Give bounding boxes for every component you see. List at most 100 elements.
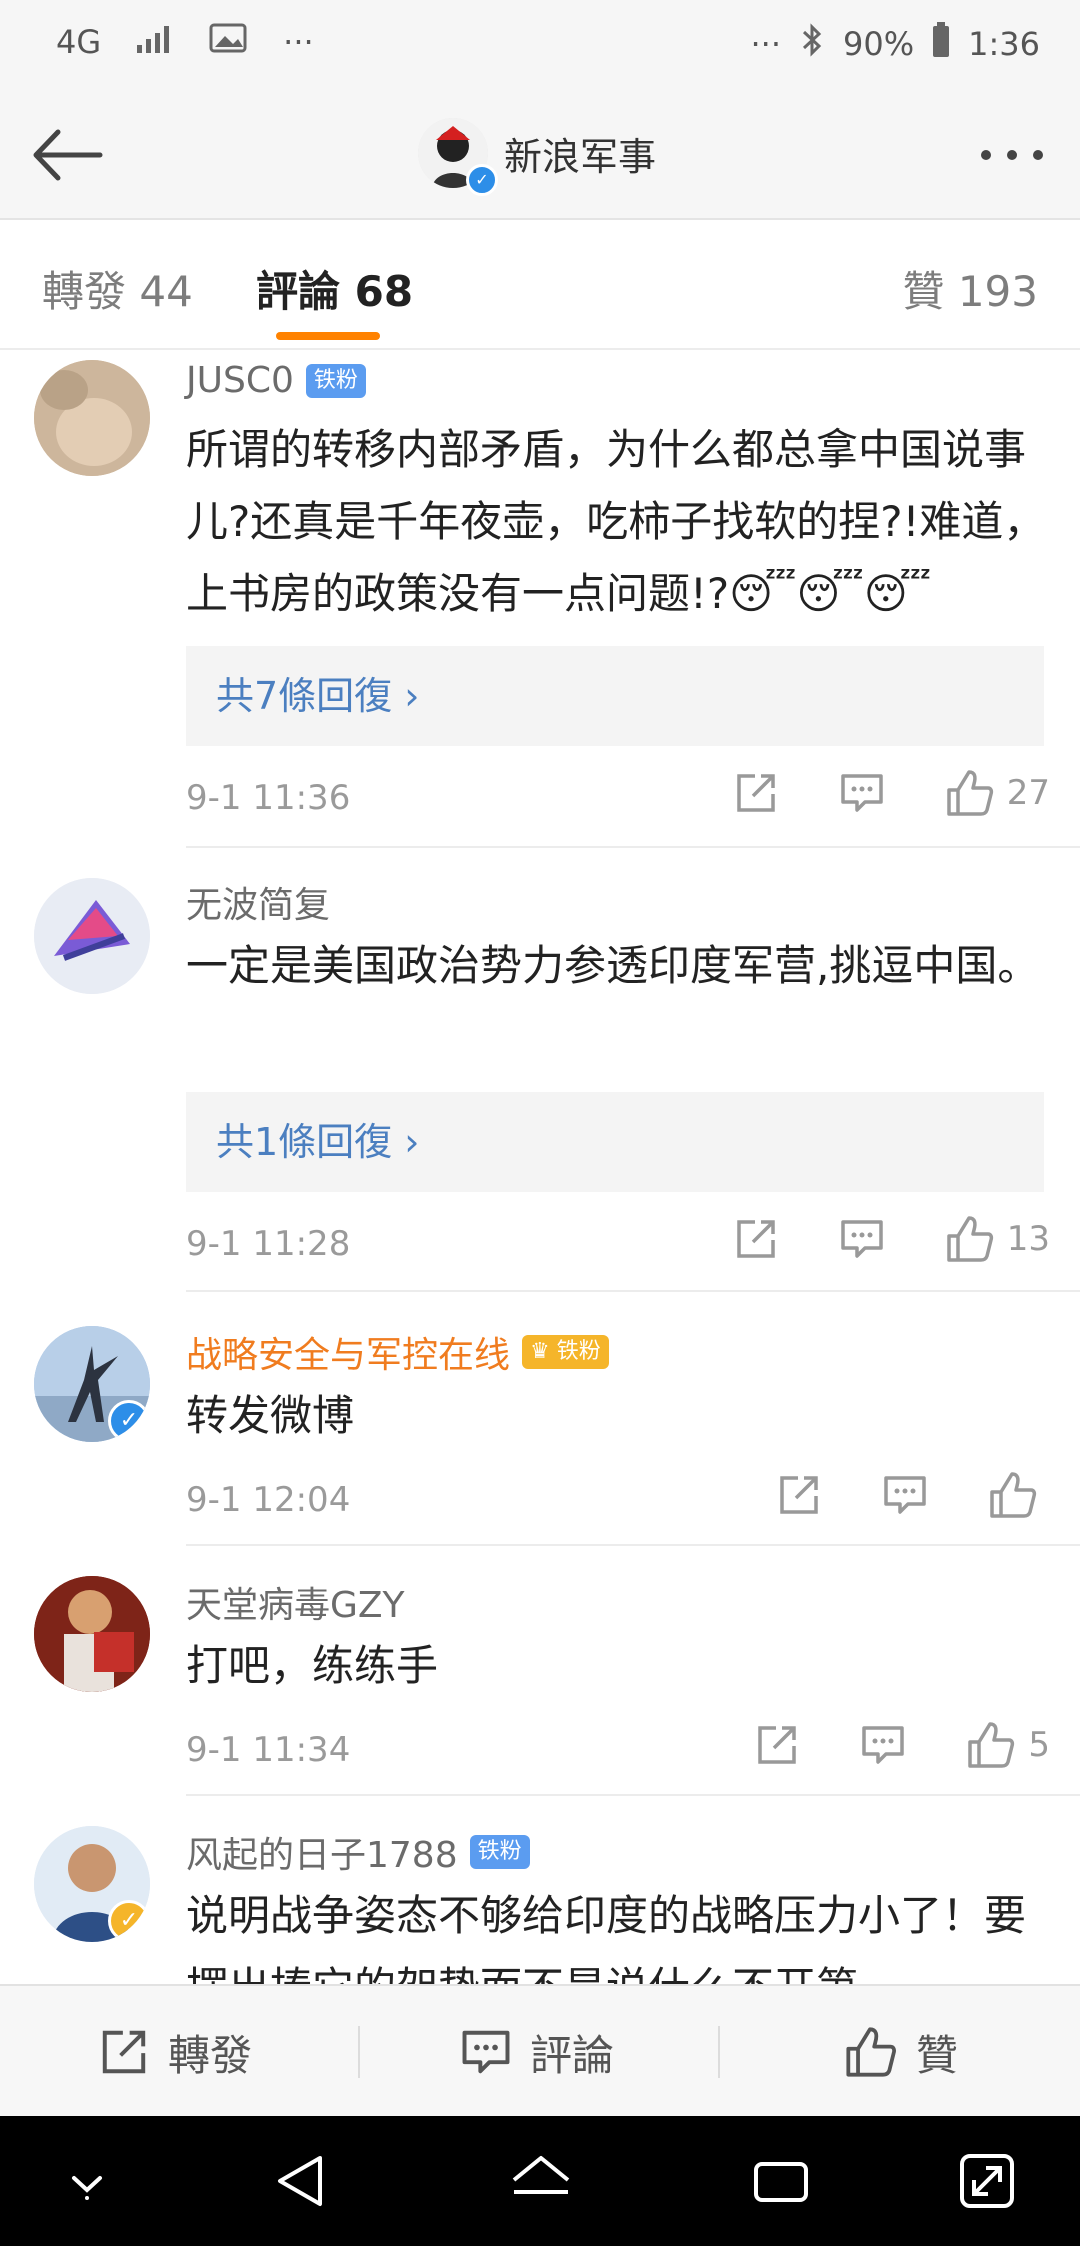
comment-text: 打吧，练练手 — [186, 1641, 439, 1690]
like-label: 贊 — [916, 2030, 959, 2080]
comment-time: 9-1 11:36 — [186, 778, 351, 818]
comment-username[interactable]: 战略安全与军控在线 ♛ 铁粉 — [186, 1326, 609, 1378]
repost-button[interactable] — [776, 1472, 822, 1518]
bluetooth-icon — [799, 22, 825, 66]
comment-time: 9-1 12:04 — [186, 1480, 351, 1520]
chevron-down-icon — [72, 2176, 102, 2200]
home-button[interactable] — [506, 2146, 576, 2216]
repost-button[interactable] — [733, 770, 779, 816]
comment-username[interactable]: JUSC0 铁粉 — [186, 360, 366, 401]
divider — [186, 846, 1080, 848]
status-bar: 4G ··· ··· 90% 1:36 — [0, 0, 1080, 90]
system-back-button[interactable] — [266, 2146, 336, 2216]
like-count: 27 — [1006, 773, 1050, 813]
comment-actions: 5 — [754, 1720, 1050, 1770]
reply-button[interactable] — [882, 1472, 928, 1518]
triangle-back-icon — [278, 2156, 322, 2206]
signal-icon — [135, 23, 175, 61]
like-count: 5 — [1028, 1725, 1050, 1765]
network-label: 4G — [56, 23, 102, 61]
more-notifications-label: ··· — [283, 23, 314, 61]
comment-username[interactable]: 无波简复 — [186, 876, 330, 928]
comment-icon — [862, 1726, 905, 1764]
like-button[interactable]: 5 — [966, 1720, 1050, 1770]
clock: 1:36 — [968, 25, 1040, 63]
username-text: 战略安全与军控在线 — [186, 1335, 511, 1376]
divider — [186, 1544, 1080, 1546]
comment-actions — [776, 1470, 1050, 1520]
active-tab-indicator — [276, 332, 380, 340]
repost-button[interactable] — [733, 1216, 779, 1262]
view-replies-button[interactable]: 共7條回復 › — [186, 646, 1044, 746]
verified-icon: ✓ — [108, 1900, 150, 1942]
reply-button[interactable] — [860, 1722, 906, 1768]
thumbs-up-icon — [946, 1216, 993, 1262]
recents-icon — [754, 2162, 808, 2202]
comment-text: 说明战争姿态不够给印度的战略压力小了！要摆出揍它的架势而不是说什么不开第 — [186, 1891, 1027, 1984]
comment-username[interactable]: 风起的日子1788 铁粉 — [186, 1826, 530, 1878]
separator — [358, 2026, 360, 2078]
thumbs-up-icon — [968, 1722, 1015, 1768]
reply-button[interactable] — [839, 1216, 885, 1262]
verified-icon: ✓ — [108, 1400, 150, 1442]
like-button[interactable]: 27 — [945, 768, 1050, 818]
like-bottom-button[interactable]: 贊 — [844, 1986, 958, 2118]
recents-button[interactable] — [746, 2146, 816, 2216]
badge-text: 铁粉 — [556, 1339, 601, 1364]
back-arrow-icon — [33, 129, 103, 181]
comment-text: 一定是美国政治势力参透印度军营,挑逗中国。 — [186, 941, 1040, 990]
share-icon — [780, 1476, 818, 1514]
avatar[interactable]: ✓ — [34, 1826, 150, 1942]
hide-nav-button[interactable] — [52, 2146, 122, 2216]
like-button[interactable] — [988, 1470, 1050, 1520]
comment-text: 所谓的转移内部矛盾，为什么都总拿中国说事儿?还真是千年夜壶，吃柿子找软的捏?!难… — [186, 425, 1046, 618]
comment-icon — [840, 1220, 883, 1258]
verified-icon: ✓ — [466, 164, 498, 196]
header-bar: ✓ 新浪军事 — [0, 90, 1080, 220]
fan-badge: 铁粉 — [305, 363, 366, 398]
avatar[interactable] — [34, 1576, 150, 1692]
screen-expand-button[interactable] — [952, 2146, 1022, 2216]
more-dots-icon — [981, 150, 1043, 160]
comment-actions: 27 — [733, 768, 1050, 818]
comment-icon — [840, 774, 883, 812]
repost-bottom-button[interactable]: 轉發 — [98, 1986, 252, 2118]
comment-time: 9-1 11:34 — [186, 1730, 351, 1770]
divider — [186, 1794, 1080, 1796]
thumbs-up-icon — [946, 770, 993, 816]
comment-text: 转发微博 — [186, 1391, 355, 1440]
fan-badge: ♛ 铁粉 — [522, 1335, 609, 1369]
back-button[interactable] — [28, 120, 108, 190]
reply-button[interactable] — [839, 770, 885, 816]
system-navigation-bar — [0, 2116, 1080, 2246]
page-title: 新浪军事 — [504, 135, 657, 179]
bottom-action-bar: 轉發 評論 贊 — [0, 1984, 1080, 2118]
divider — [186, 1290, 1080, 1292]
battery-icon — [932, 22, 950, 66]
thumbs-up-icon — [846, 2027, 896, 2077]
fan-badge: 铁粉 — [469, 1835, 530, 1869]
home-icon — [512, 2156, 570, 2194]
share-icon — [102, 2030, 146, 2074]
username-text: 天堂病毒GZY — [186, 1585, 405, 1626]
separator — [718, 2026, 720, 2078]
repost-button[interactable] — [754, 1722, 800, 1768]
comment-bottom-button[interactable]: 評論 — [460, 1986, 614, 2118]
comment-item: ✓ 风起的日子1788 铁粉 说明战争姿态不够给印度的战略压力小了！要摆出揍它的… — [0, 1816, 1080, 1984]
comment-icon — [884, 1476, 926, 1514]
more-options-button[interactable] — [972, 130, 1052, 180]
like-button[interactable]: 13 — [945, 1214, 1050, 1264]
avatar[interactable]: ✓ — [34, 1326, 150, 1442]
avatar[interactable] — [34, 878, 150, 994]
avatar[interactable] — [34, 360, 150, 476]
comment-username[interactable]: 天堂病毒GZY — [186, 1576, 405, 1628]
username-text: 无波简复 — [186, 885, 331, 926]
username-text: 风起的日子1788 — [186, 1835, 458, 1876]
comment-label: 評論 — [530, 2030, 615, 2080]
tab-comments[interactable]: 評論 68 — [256, 258, 413, 319]
tab-likes[interactable]: 贊 193 — [902, 258, 1038, 319]
tab-reposts[interactable]: 轉發 44 — [42, 258, 193, 319]
share-icon — [736, 774, 775, 812]
repost-label: 轉發 — [168, 2030, 253, 2080]
view-replies-button[interactable]: 共1條回復 › — [186, 1092, 1044, 1192]
